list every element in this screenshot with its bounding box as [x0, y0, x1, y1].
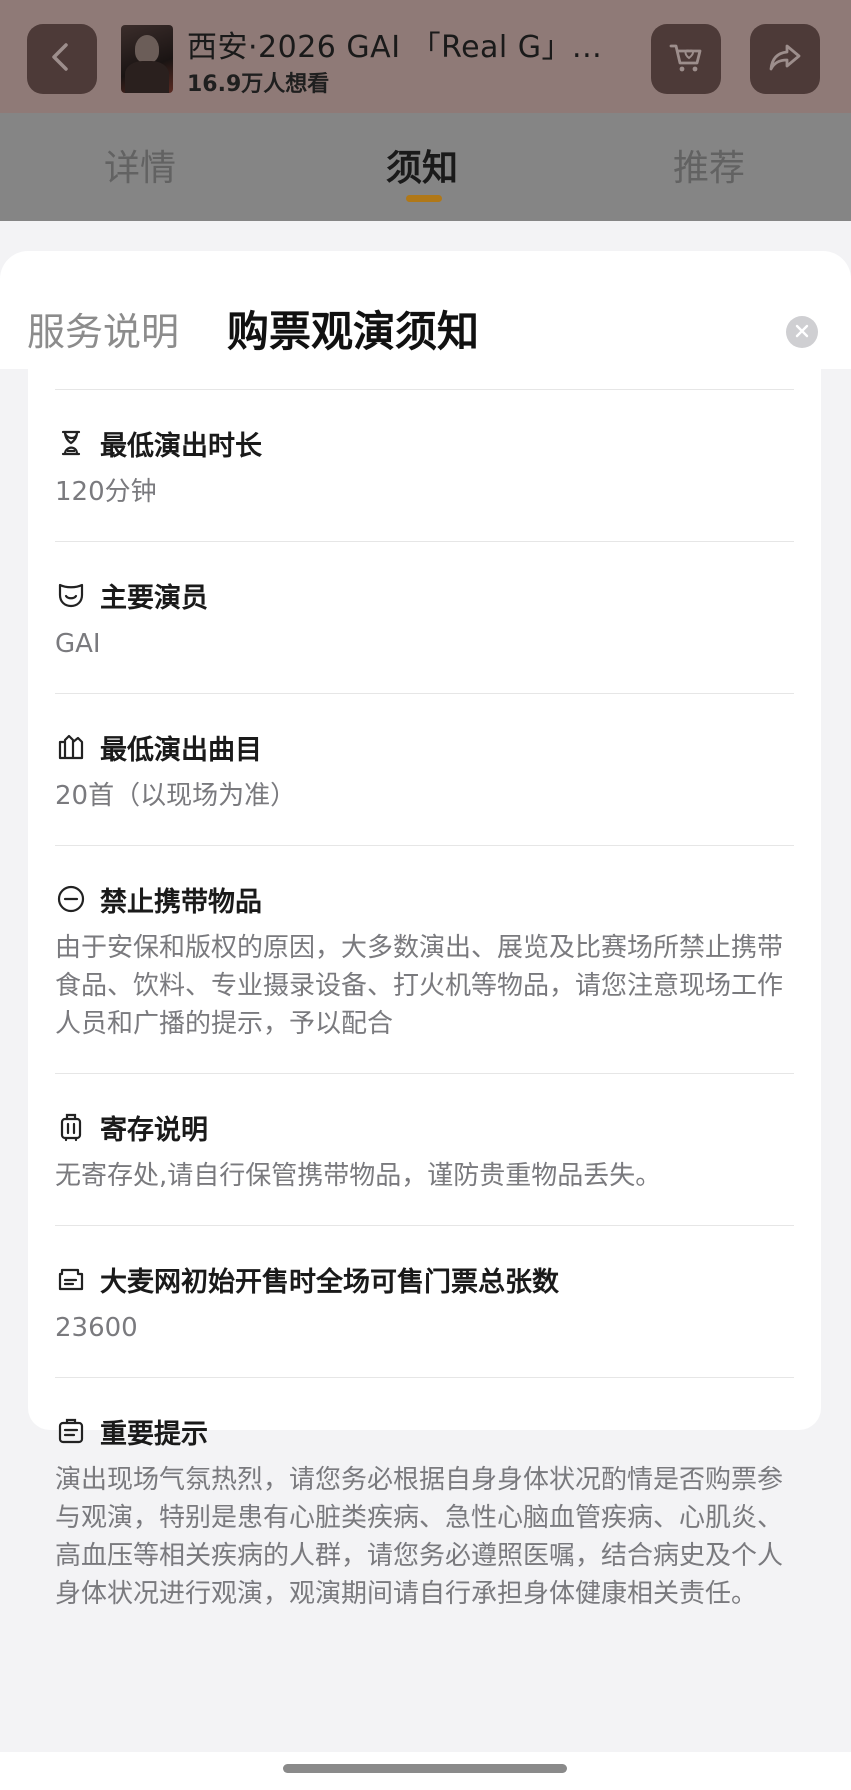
tab-notice[interactable]: 须知: [386, 139, 458, 191]
divider: [55, 1225, 794, 1226]
ticket-icon: [55, 1263, 87, 1295]
section-title: 禁止携带物品: [100, 886, 262, 918]
section-body: 无寄存处,请自行保管携带物品，谨防贵重物品丢失。: [55, 1161, 662, 1191]
section-title: 最低演出时长: [100, 430, 262, 462]
notice-item: 寄存说明 无寄存处,请自行保管携带物品，谨防贵重物品丢失。: [55, 1073, 794, 1225]
tab-details[interactable]: 详情: [104, 139, 176, 191]
section-title: 寄存说明: [100, 1114, 208, 1146]
sheet-tab-notice[interactable]: 购票观演须知: [227, 298, 479, 359]
section-title: 主要演员: [100, 582, 208, 614]
tab-recommend[interactable]: 推荐: [673, 139, 745, 191]
luggage-icon: [55, 1111, 87, 1143]
section-body: GAI: [55, 629, 101, 659]
cart-button[interactable]: [651, 24, 721, 94]
clipboard-icon: [55, 1415, 87, 1447]
notice-item: 禁止携带物品 由于安保和版权的原因，大多数演出、展览及比赛场所禁止携带食品、饮料…: [55, 845, 794, 1073]
notice-card: 最低演出时长 120分钟 主要演员 GAI 最低演出曲目 20首（以现场为准） …: [28, 369, 821, 1609]
top-header: 西安·2026 GAI 「Real G」... 16.9万人想看: [0, 0, 851, 113]
want-count: 16.9万人想看: [187, 72, 330, 97]
section-body: 120分钟: [55, 477, 157, 507]
section-body: 演出现场气氛热烈，请您务必根据自身身体状况酌情是否购票参与观演，特别是患有心脏类…: [55, 1465, 784, 1609]
share-button[interactable]: [750, 24, 820, 94]
home-indicator[interactable]: [283, 1764, 567, 1773]
cart-heart-icon: [666, 37, 706, 81]
section-title: 重要提示: [100, 1418, 208, 1450]
event-title[interactable]: 西安·2026 GAI 「Real G」...: [187, 22, 617, 66]
section-title: 大麦网初始开售时全场可售门票总张数: [100, 1266, 559, 1298]
section-title: 最低演出曲目: [100, 734, 262, 766]
notice-item: 最低演出曲目 20首（以现场为准）: [55, 693, 794, 845]
back-button[interactable]: [27, 24, 97, 94]
notice-sheet: 服务说明 购票观演须知 最低演出时长 120分钟 主要演员 GAI 最低演出曲目…: [0, 251, 851, 1790]
active-tab-indicator: [406, 195, 442, 202]
notice-item: 重要提示 演出现场气氛热烈，请您务必根据自身身体状况酌情是否购票参与观演，特别是…: [55, 1377, 794, 1677]
divider: [55, 693, 794, 694]
tab-bar: 详情 须知 推荐: [0, 113, 851, 221]
close-button[interactable]: [786, 316, 818, 348]
close-icon: [795, 323, 809, 342]
mask-icon: [55, 579, 87, 611]
notice-item: 主要演员 GAI: [55, 541, 794, 693]
share-arrow-icon: [765, 37, 805, 81]
notice-item: 最低演出时长 120分钟: [55, 389, 794, 541]
divider: [55, 1377, 794, 1378]
divider: [55, 541, 794, 542]
section-body: 由于安保和版权的原因，大多数演出、展览及比赛场所禁止携带食品、饮料、专业摄录设备…: [55, 933, 784, 1039]
section-body: 23600: [55, 1313, 138, 1343]
divider: [55, 845, 794, 846]
no-entry-icon: [55, 883, 87, 915]
sheet-header: 服务说明 购票观演须知: [0, 251, 851, 369]
section-body: 20首（以现场为准）: [55, 781, 297, 811]
chevron-left-icon: [42, 37, 82, 81]
sheet-tab-service[interactable]: 服务说明: [27, 301, 179, 356]
event-poster[interactable]: [121, 25, 173, 93]
divider: [55, 1073, 794, 1074]
hourglass-icon: [55, 427, 87, 459]
divider: [55, 389, 794, 390]
notice-item: 大麦网初始开售时全场可售门票总张数 23600: [55, 1225, 794, 1377]
music-book-icon: [55, 731, 87, 763]
